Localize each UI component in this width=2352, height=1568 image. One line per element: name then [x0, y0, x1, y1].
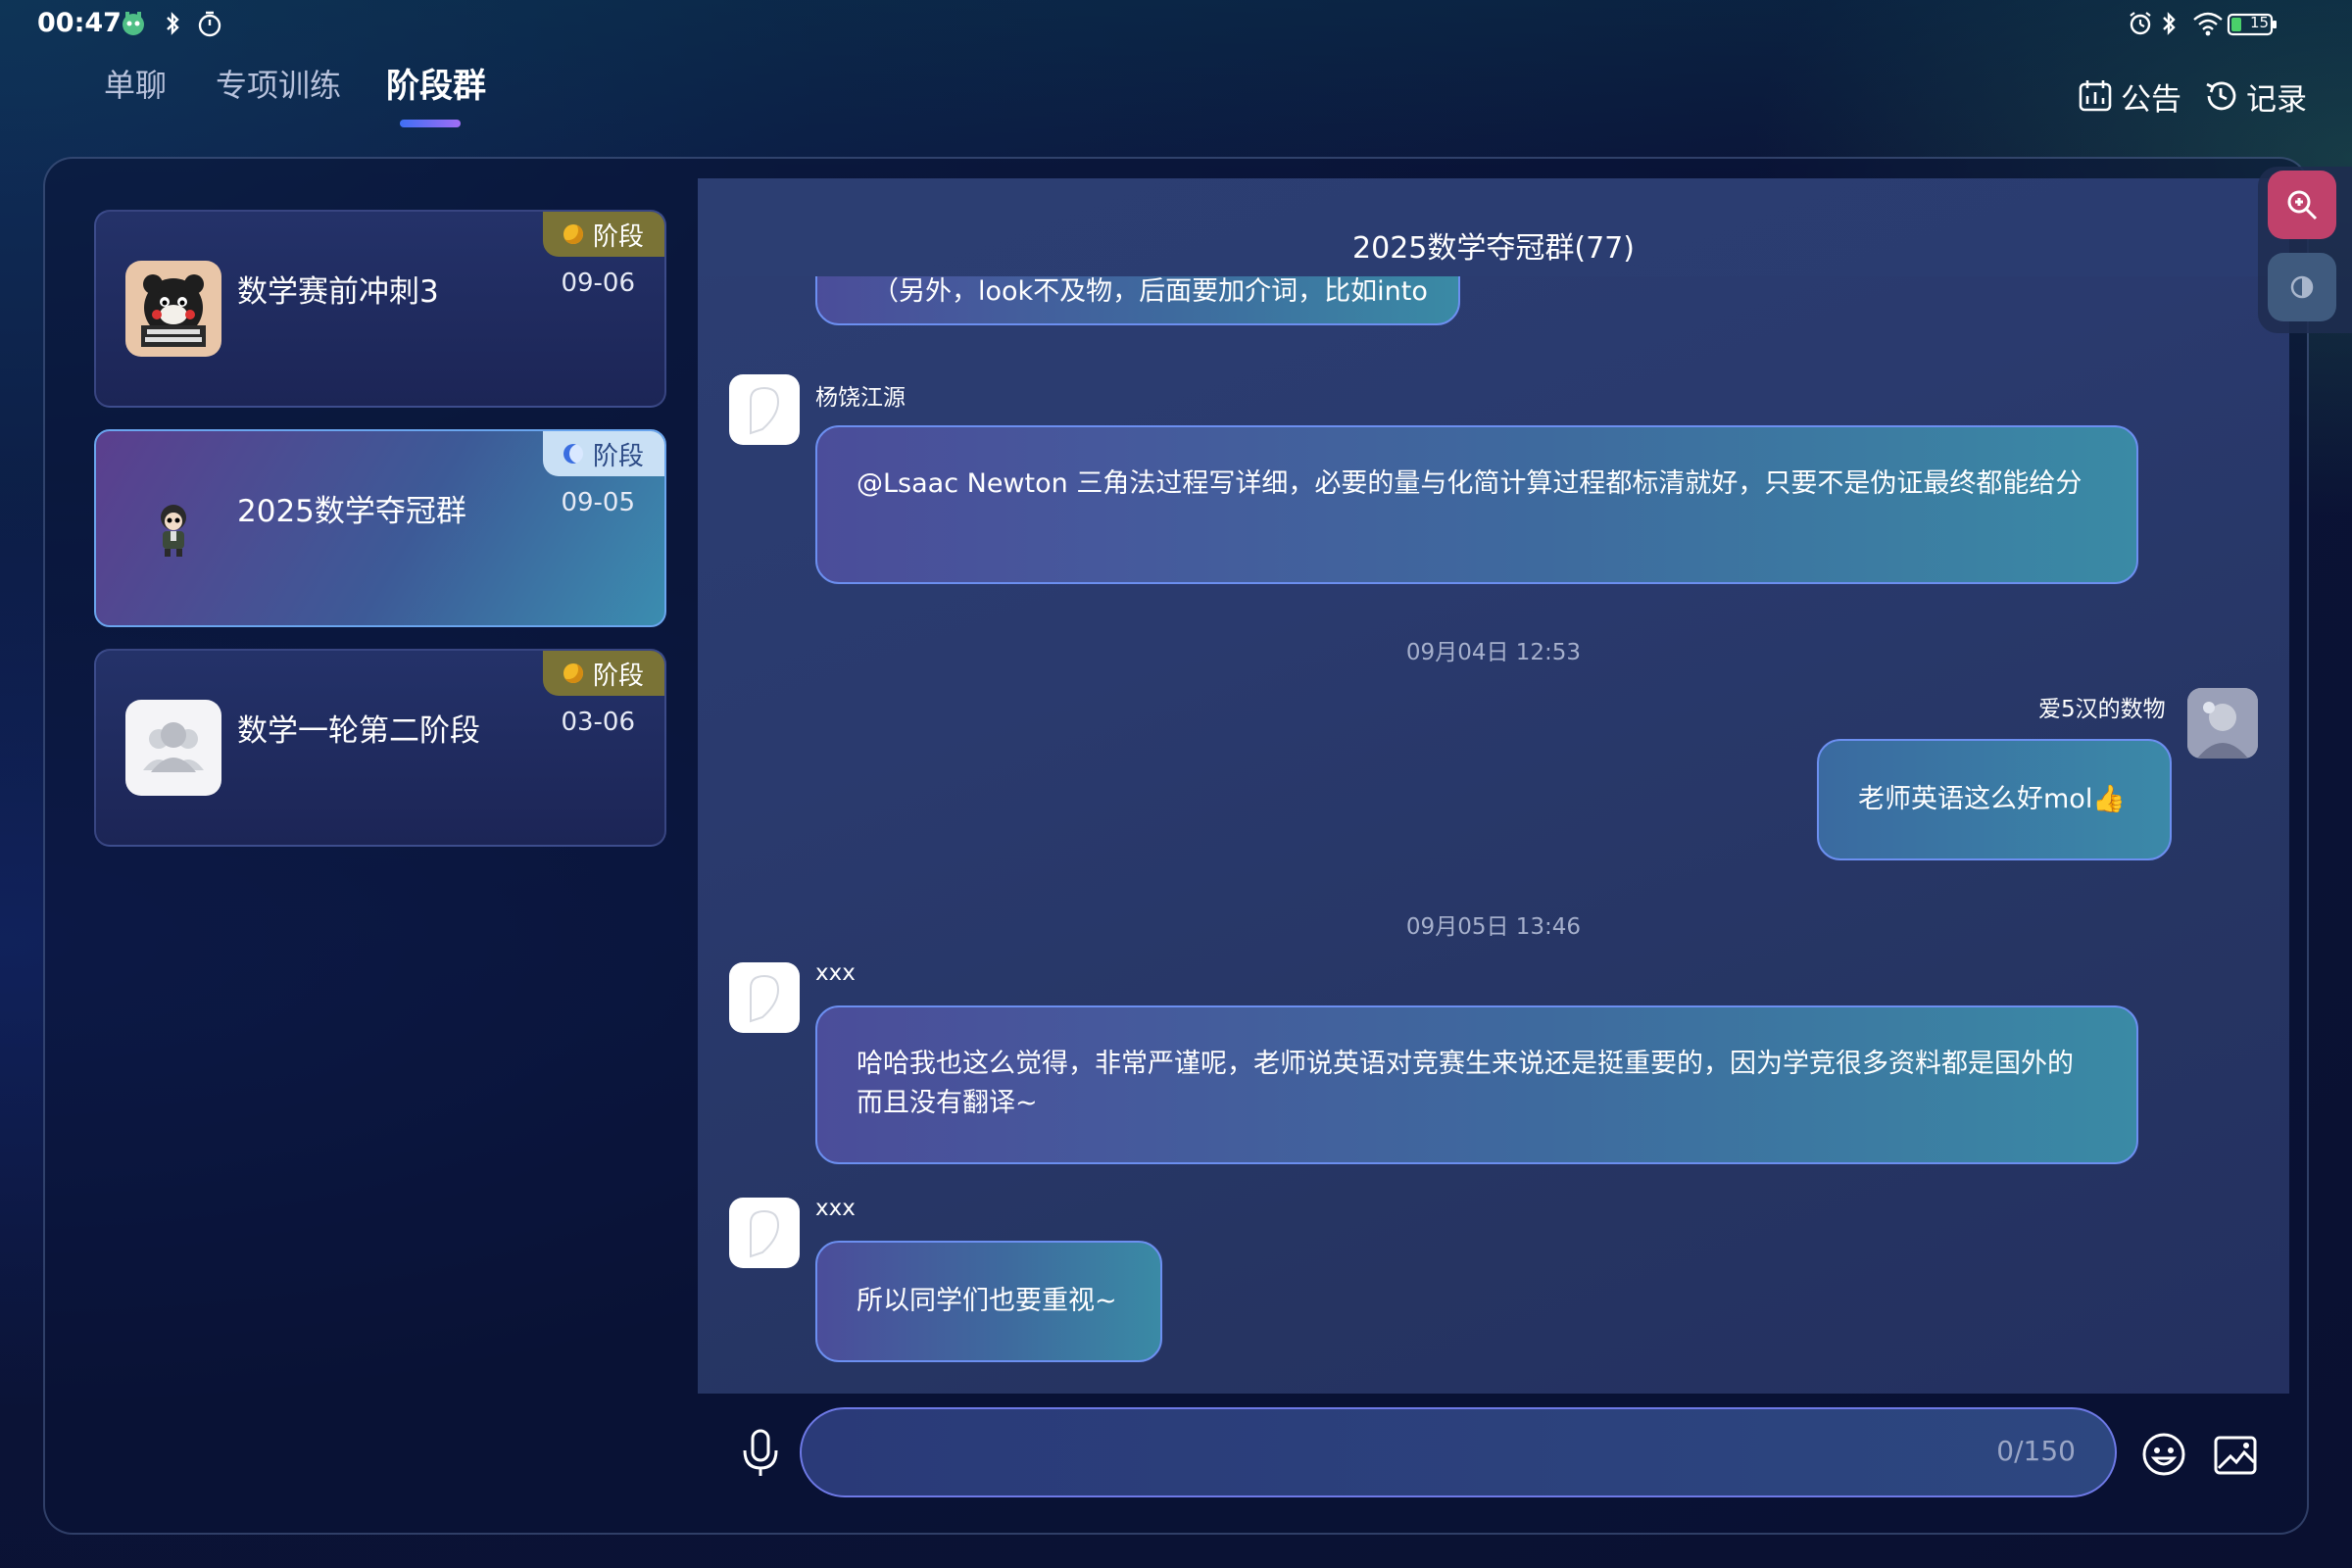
- calendar-icon: [2079, 80, 2112, 112]
- voice-input-button[interactable]: [733, 1425, 788, 1480]
- default-avatar-icon: [750, 974, 780, 1023]
- group-people-icon: [143, 722, 204, 772]
- battery-level: 15: [2250, 14, 2270, 31]
- alarm-icon: [2127, 10, 2154, 37]
- bluetooth-icon: [159, 10, 186, 37]
- tab-special-training[interactable]: 专项训练: [216, 61, 341, 106]
- tab-single-chat[interactable]: 单聊: [104, 61, 167, 106]
- message-bubble[interactable]: 老师英语这么好mol👍: [1817, 739, 2172, 860]
- badge-dot-icon: [563, 663, 583, 683]
- message-text: 老师英语这么好mol👍: [1858, 784, 2126, 814]
- sender-name: xxx: [815, 960, 856, 986]
- timer-icon: [196, 10, 223, 37]
- conversation-name: 数学一轮第二阶段: [237, 713, 480, 749]
- tab-stage-group[interactable]: 阶段群: [386, 59, 486, 107]
- contrast-toggle-button[interactable]: [2268, 253, 2336, 321]
- character-counter: 0/150: [1996, 1435, 2076, 1467]
- message-bubble[interactable]: 所以同学们也要重视~: [815, 1241, 1162, 1362]
- status-time: 00:47: [37, 8, 122, 38]
- group-avatar: [125, 261, 221, 357]
- contrast-icon: [2290, 275, 2314, 299]
- announcement-button[interactable]: 公告: [2078, 76, 2181, 118]
- avatar[interactable]: [729, 962, 800, 1033]
- stage-badge: 阶段: [543, 651, 664, 696]
- badge-label: 阶段: [592, 661, 644, 691]
- message-input[interactable]: 0/150: [800, 1407, 2117, 1497]
- badge-label: 阶段: [592, 221, 644, 252]
- conversation-date: 03-06: [561, 708, 635, 737]
- image-icon: [2214, 1436, 2257, 1475]
- conversation-item-selected[interactable]: 2025数学夺冠群 09-05 阶段: [94, 429, 666, 627]
- emoji-button[interactable]: [2138, 1429, 2189, 1480]
- avatar[interactable]: [729, 1198, 800, 1268]
- conversation-name: 2025数学夺冠群: [237, 494, 466, 529]
- zoom-in-icon: [2287, 190, 2318, 220]
- announcement-label: 公告: [2121, 81, 2181, 118]
- emoji-icon: [2142, 1433, 2185, 1476]
- group-avatar: [125, 480, 221, 576]
- chat-title: 2025数学夺冠群(77): [1352, 231, 1635, 266]
- records-label: 记录: [2246, 81, 2307, 118]
- message-text: @Lsaac Newton 三角法过程写详细，必要的量与化简计算过程都标清就好，…: [857, 468, 2082, 499]
- time-separator: 09月04日 12:53: [1405, 640, 1582, 665]
- conversation-name: 数学赛前冲刺3: [237, 274, 439, 310]
- message-text: 哈哈我也这么觉得，非常严谨呢，老师说英语对竞赛生来说还是挺重要的，因为学竞很多资…: [857, 1049, 2074, 1118]
- history-icon: [2206, 81, 2236, 111]
- stage-badge: 阶段: [543, 212, 664, 257]
- records-button[interactable]: 记录: [2203, 76, 2307, 118]
- microphone-icon: [743, 1429, 778, 1476]
- app-mascot-icon: [120, 10, 147, 37]
- sender-name: 杨饶江源: [815, 385, 906, 411]
- group-avatar: [125, 700, 221, 796]
- avatar[interactable]: [729, 374, 800, 445]
- message-text: 所以同学们也要重视~: [857, 1286, 1117, 1316]
- image-button[interactable]: [2211, 1431, 2260, 1480]
- message-bubble[interactable]: @Lsaac Newton 三角法过程写详细，必要的量与化简计算过程都标清就好，…: [815, 425, 2138, 584]
- default-avatar-icon: [750, 386, 780, 435]
- time-separator: 09月05日 13:46: [1405, 914, 1582, 940]
- badge-dot-icon: [563, 224, 583, 244]
- user-avatar-icon: [2187, 688, 2258, 759]
- badge-label: 阶段: [592, 441, 644, 471]
- active-tab-indicator: [400, 120, 461, 127]
- sender-name: 爱5汉的数物: [2038, 697, 2166, 722]
- conversation-date: 09-05: [561, 488, 635, 517]
- conversation-item[interactable]: 数学赛前冲刺3 09-06 阶段: [94, 210, 666, 408]
- conversation-date: 09-06: [561, 269, 635, 298]
- chat-panel: （另外，look不及物，后面要加介词，比如into 2025数学夺冠群(77) …: [698, 178, 2289, 1394]
- status-bar: 00:47 15: [0, 0, 2352, 49]
- badge-dot-icon: [563, 444, 583, 464]
- conversation-item[interactable]: 数学一轮第二阶段 03-06 阶段: [94, 649, 666, 847]
- zoom-button[interactable]: [2268, 171, 2336, 239]
- wifi-icon: [2191, 10, 2225, 37]
- bluetooth-icon-right: [2158, 10, 2181, 37]
- default-avatar-icon: [750, 1209, 780, 1258]
- message-bubble[interactable]: 哈哈我也这么觉得，非常严谨呢，老师说英语对竞赛生来说还是挺重要的，因为学竞很多资…: [815, 1005, 2138, 1164]
- stage-badge: 阶段: [543, 431, 664, 476]
- sender-name: xxx: [815, 1196, 856, 1221]
- avatar[interactable]: [2187, 688, 2258, 759]
- message-text: （另外，look不及物，后面要加介词，比如into: [872, 276, 1428, 307]
- floating-tool-bar: [2258, 167, 2352, 333]
